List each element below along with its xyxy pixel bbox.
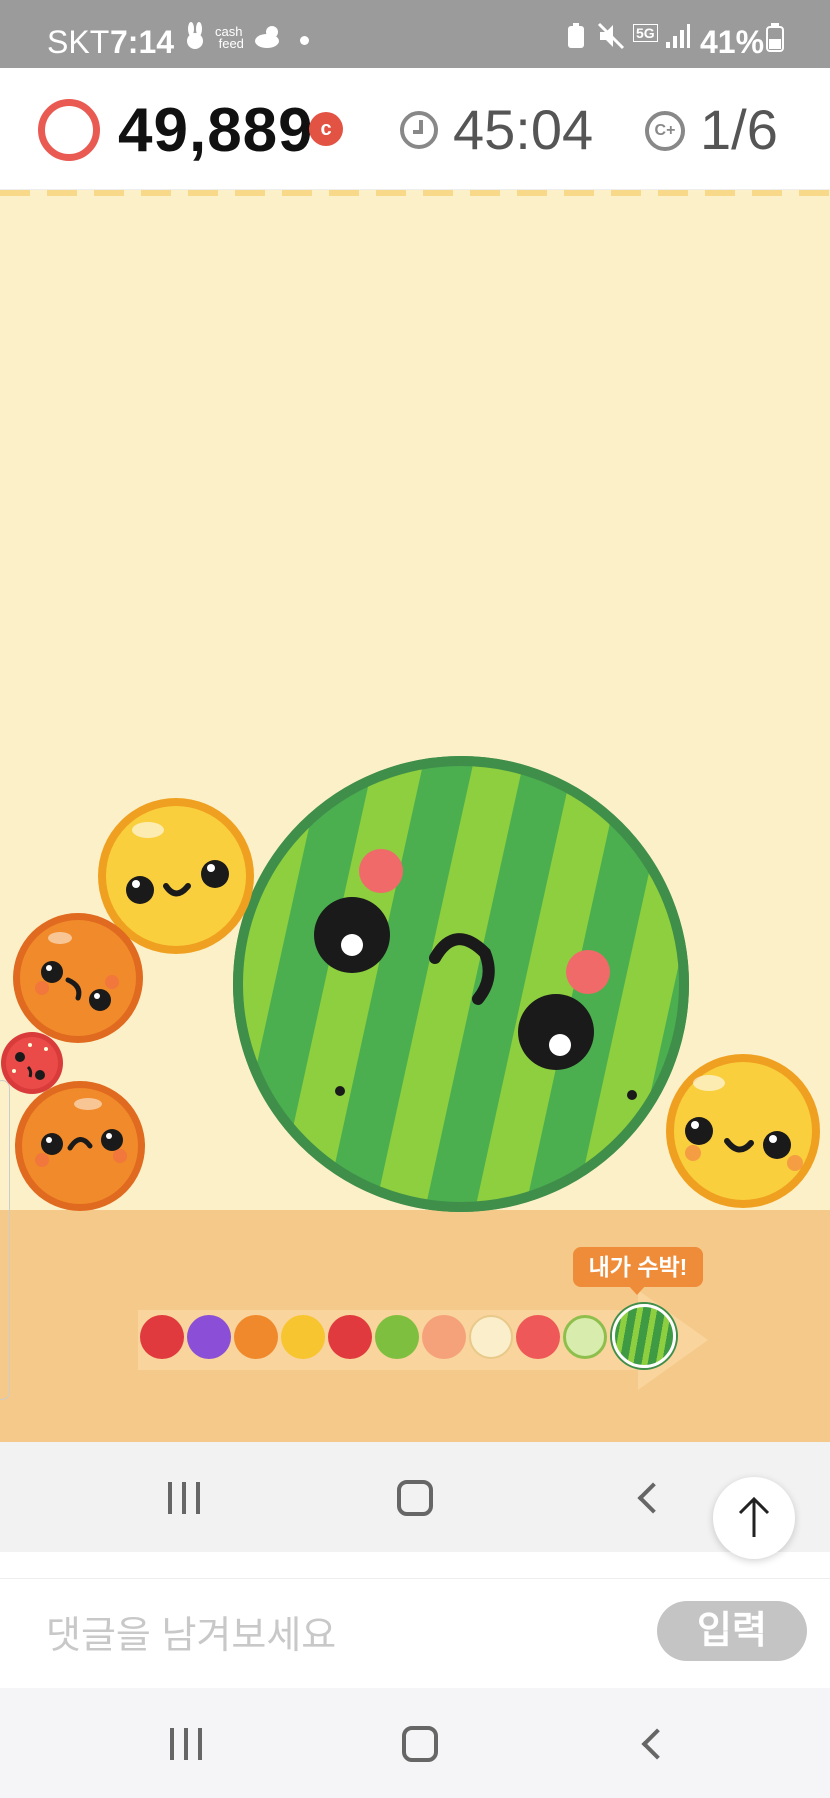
battery-icon bbox=[766, 23, 784, 52]
mute-icon bbox=[597, 22, 625, 50]
comment-input[interactable] bbox=[46, 1611, 606, 1661]
rabbit-icon bbox=[187, 22, 203, 49]
clock-time: 7:14 bbox=[110, 24, 175, 60]
evo-peach-icon bbox=[422, 1315, 466, 1359]
system-nav-bar-lower bbox=[0, 1688, 830, 1798]
comment-submit-button[interactable]: 입력 bbox=[657, 1601, 807, 1661]
carrier-label: SKT bbox=[47, 24, 110, 60]
timer-value: 45:04 bbox=[453, 98, 594, 161]
evo-persimmon-icon bbox=[281, 1315, 325, 1359]
network-type-label: 5G bbox=[633, 24, 658, 42]
comment-bar: 입력 bbox=[0, 1578, 830, 1688]
evo-apple-icon bbox=[328, 1315, 372, 1359]
persimmon-fruit-right bbox=[666, 1054, 820, 1208]
scroll-to-top-button[interactable] bbox=[713, 1477, 795, 1559]
back-icon[interactable] bbox=[641, 1728, 673, 1760]
evo-cherry-icon bbox=[140, 1315, 184, 1359]
home-icon[interactable] bbox=[402, 1726, 438, 1762]
coin-icon: c bbox=[309, 112, 343, 146]
recent-apps-icon[interactable] bbox=[170, 1728, 206, 1760]
status-bar: SKT 7:14 cash feed 5G 41% bbox=[0, 0, 830, 68]
home-icon[interactable] bbox=[397, 1480, 433, 1516]
evo-watermelon-icon bbox=[612, 1304, 676, 1368]
evo-kiwi-icon bbox=[375, 1315, 419, 1359]
dot-icon bbox=[300, 36, 309, 45]
side-drawer-handle[interactable] bbox=[0, 1080, 10, 1400]
orange-fruit-lower bbox=[15, 1081, 145, 1211]
evo-pear-icon bbox=[469, 1315, 513, 1359]
battery-percentage: 41% bbox=[700, 24, 765, 60]
battery-saver-icon bbox=[568, 23, 584, 48]
evo-melon-icon bbox=[563, 1315, 607, 1359]
recent-apps-icon[interactable] bbox=[168, 1482, 204, 1514]
system-nav-bar-upper bbox=[0, 1442, 830, 1552]
score-value: 49,889 bbox=[118, 96, 314, 165]
cashfeed-icon: cash feed bbox=[215, 24, 244, 51]
evo-orange-icon bbox=[234, 1315, 278, 1359]
signal-icon bbox=[666, 24, 690, 48]
arrow-up-icon bbox=[738, 1496, 770, 1537]
evo-strawberry-icon bbox=[516, 1315, 560, 1359]
back-icon[interactable] bbox=[637, 1482, 669, 1514]
bonus-coin-icon: C+ bbox=[645, 111, 685, 151]
weather-icon bbox=[255, 26, 279, 48]
evo-grape-icon bbox=[187, 1315, 231, 1359]
evolution-tooltip: 내가 수박! bbox=[573, 1247, 703, 1295]
clock-icon bbox=[400, 111, 438, 149]
orange-fruit-upper bbox=[13, 913, 143, 1043]
watermelon-fruit bbox=[233, 756, 689, 1212]
top-wall bbox=[0, 190, 830, 196]
score-ring-icon bbox=[38, 99, 100, 161]
attempts-counter: 1/6 bbox=[700, 98, 778, 161]
game-header: 49,889 c 45:04 C+ 1/6 bbox=[0, 68, 830, 190]
